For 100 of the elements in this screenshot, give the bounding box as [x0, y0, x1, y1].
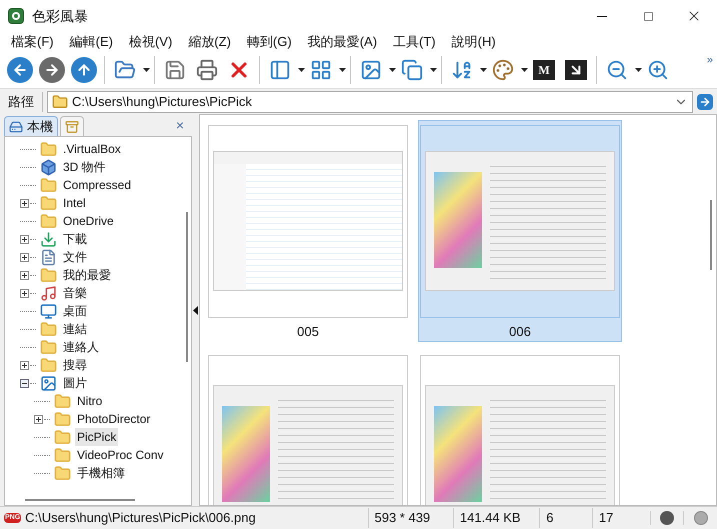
go-arrow-icon	[699, 96, 711, 108]
menu-item[interactable]: 轉到(G)	[244, 32, 295, 52]
menu-item[interactable]: 工具(T)	[390, 32, 439, 52]
download-icon	[40, 230, 57, 248]
desktop-icon	[40, 302, 57, 320]
thumbnail-caption: 006	[509, 322, 531, 340]
folder-icon	[40, 356, 57, 374]
expand-toggle[interactable]	[34, 414, 43, 424]
folder-icon	[54, 446, 71, 464]
collapse-toggle[interactable]	[20, 378, 29, 388]
menu-item[interactable]: 說明(H)	[448, 32, 499, 52]
tree-item[interactable]: 搜尋	[61, 356, 89, 374]
status-file-size: 141.44 KB	[452, 508, 540, 528]
grid-icon	[310, 59, 332, 81]
status-count: 17	[592, 508, 650, 528]
window-title: 色彩風暴	[32, 6, 88, 26]
expand-toggle[interactable]	[20, 234, 29, 244]
toolbar-overflow-button[interactable]: »	[706, 52, 713, 68]
folder-icon	[54, 428, 71, 446]
tree-item[interactable]: PicPick	[75, 428, 118, 446]
computer-icon	[9, 120, 23, 134]
expand-toggle[interactable]	[20, 270, 29, 280]
thumbnail-caption: 005	[297, 322, 319, 340]
status-path: C:\Users\hung\Pictures\PicPick\006.png	[25, 509, 257, 528]
plus-icon	[22, 362, 27, 368]
panel-tab[interactable]	[60, 116, 84, 136]
tree-item[interactable]: 桌面	[61, 302, 89, 320]
tree-item[interactable]: Nitro	[75, 392, 104, 410]
menu-item[interactable]: 我的最愛(A)	[304, 32, 380, 52]
tree-item[interactable]: OneDrive	[61, 212, 116, 230]
plus-icon	[22, 236, 27, 242]
scrollbar-thumb[interactable]	[186, 212, 188, 362]
expand-toggle[interactable]	[20, 198, 29, 208]
cube-icon	[40, 158, 57, 176]
tree-item[interactable]: 下載	[61, 230, 89, 248]
plus-icon	[36, 416, 41, 422]
scrollbar-thumb[interactable]	[25, 499, 135, 501]
expand-toggle[interactable]	[20, 252, 29, 262]
tree-item[interactable]: 我的最愛	[61, 266, 113, 284]
status-index: 6	[539, 508, 592, 528]
tree-item[interactable]: VideoProc Conv	[75, 446, 166, 464]
expand-toggle[interactable]	[20, 288, 29, 298]
panel-tab[interactable]: 本機	[4, 116, 58, 136]
menu-item[interactable]: 編輯(E)	[66, 32, 116, 52]
minus-icon	[22, 382, 27, 384]
menu-item[interactable]: 縮放(Z)	[185, 32, 234, 52]
palette-icon	[492, 59, 514, 81]
go-button[interactable]	[697, 94, 713, 110]
windows-icon	[401, 59, 423, 81]
address-label: 路徑	[7, 92, 35, 111]
menu-item[interactable]: 檔案(F)	[8, 32, 57, 52]
zoom-in-icon	[647, 59, 669, 81]
zoom-out-icon	[606, 59, 628, 81]
plus-icon	[22, 254, 27, 260]
address-field[interactable]: C:\Users\hung\Pictures\PicPick	[47, 90, 693, 112]
tree-item[interactable]: 3D 物件	[61, 158, 108, 176]
tree-item[interactable]: 圖片	[61, 374, 89, 392]
plus-icon	[22, 200, 27, 206]
collapse-arrow-icon[interactable]	[193, 306, 198, 314]
picture-icon	[360, 59, 382, 81]
menu-item[interactable]: 檢視(V)	[126, 32, 176, 52]
archive-icon	[65, 120, 79, 134]
folder-icon	[54, 392, 71, 410]
folder-icon	[40, 266, 57, 284]
folder-icon	[40, 140, 57, 158]
folder-icon	[40, 338, 57, 356]
metadata-button[interactable]: M	[533, 60, 555, 80]
folder-icon	[40, 320, 57, 338]
app-logo-icon	[8, 8, 24, 24]
caret-icon[interactable]	[480, 68, 487, 72]
tree-item[interactable]: 音樂	[61, 284, 89, 302]
caret-icon[interactable]	[389, 68, 396, 72]
tree-item[interactable]: Intel	[61, 194, 88, 212]
tree-item[interactable]: .VirtualBox	[61, 140, 123, 158]
picture-icon	[40, 374, 57, 392]
panel-close-button[interactable]: ×	[176, 115, 184, 136]
plus-icon	[22, 272, 27, 278]
tree-item[interactable]: 連結	[61, 320, 89, 338]
folder-icon	[54, 410, 71, 428]
caret-icon[interactable]	[521, 68, 528, 72]
tree-item[interactable]: 連絡人	[61, 338, 101, 356]
tree-item[interactable]: Compressed	[61, 176, 134, 194]
thumbnail[interactable]: 006	[418, 120, 622, 342]
tree-item[interactable]: PhotoDirector	[75, 410, 152, 428]
sort-icon	[451, 59, 473, 81]
tree-item[interactable]: 文件	[61, 248, 89, 266]
caret-icon[interactable]	[143, 68, 150, 72]
caret-icon[interactable]	[635, 68, 642, 72]
expand-toggle[interactable]	[20, 360, 29, 370]
save-icon	[164, 59, 186, 81]
scrollbar-thumb[interactable]	[710, 200, 712, 270]
folder-icon	[54, 464, 71, 482]
caret-icon[interactable]	[298, 68, 305, 72]
document-icon	[40, 248, 57, 266]
caret-icon[interactable]	[430, 68, 437, 72]
folder-icon	[40, 176, 57, 194]
status-dimensions: 593 * 439	[368, 508, 453, 528]
caret-icon[interactable]	[339, 68, 346, 72]
folder-icon	[40, 194, 57, 212]
tree-item[interactable]: 手機相簿	[75, 464, 127, 482]
